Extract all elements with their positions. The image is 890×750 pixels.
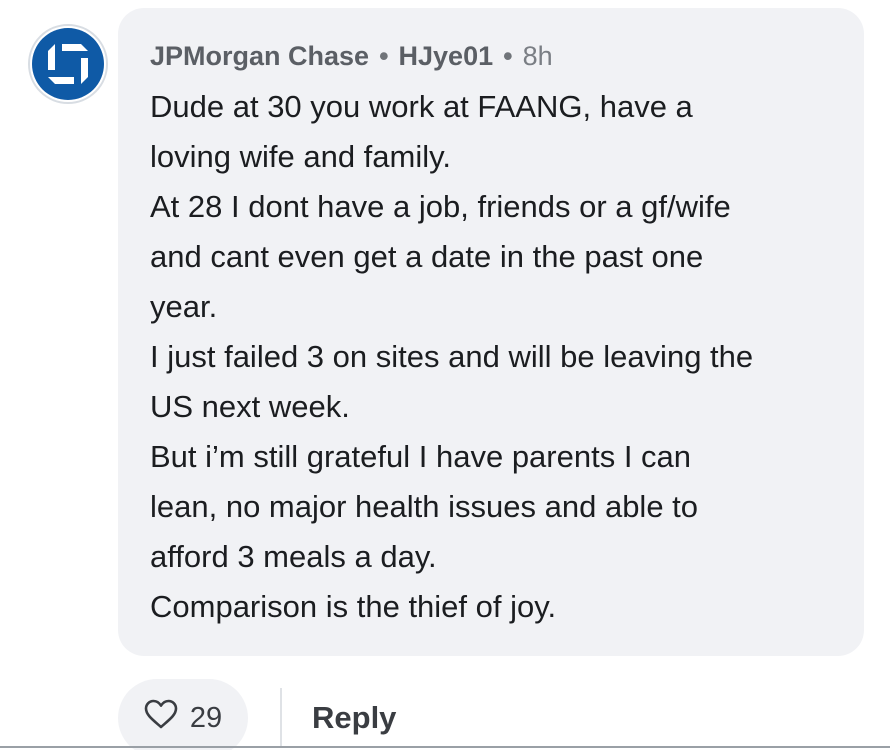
reply-button[interactable]: Reply (312, 700, 396, 736)
comment-line: and cant even get a date in the past one (150, 239, 704, 274)
comment-line: Dude at 30 you work at FAANG, have a (150, 89, 693, 124)
comment-line: US next week. (150, 389, 350, 424)
comment-meta: JPMorgan Chase • HJye01 • 8h (150, 38, 834, 74)
like-button[interactable]: 29 (118, 679, 248, 750)
like-count: 29 (189, 701, 223, 734)
comment-actions: 29 Reply (118, 678, 396, 750)
comment-line: But i’m still grateful I have parents I … (150, 439, 692, 474)
jpmorgan-chase-logo-icon (32, 28, 104, 100)
comment-line: loving wife and family. (150, 139, 451, 174)
comment-line: At 28 I dont have a job, friends or a gf… (150, 189, 731, 224)
comment-line: afford 3 meals a day. (150, 539, 437, 574)
avatar[interactable] (28, 24, 108, 104)
bottom-divider (0, 746, 890, 748)
meta-separator: • (379, 41, 389, 71)
action-divider (280, 688, 282, 748)
meta-separator: • (503, 41, 513, 71)
comment-body: Dude at 30 you work at FAANG, have a lov… (150, 82, 834, 632)
comment-line: year. (150, 289, 218, 324)
comment-line: Comparison is the thief of joy. (150, 589, 557, 624)
heart-outline-icon (144, 699, 178, 737)
timestamp: 8h (522, 41, 553, 71)
author-handle[interactable]: HJye01 (399, 38, 494, 74)
author-name[interactable]: JPMorgan Chase (150, 38, 369, 74)
comment-line: lean, no major health issues and able to (150, 489, 699, 524)
comment-line: I just failed 3 on sites and will be lea… (150, 339, 754, 374)
comment-bubble: JPMorgan Chase • HJye01 • 8h Dude at 30 … (118, 8, 864, 656)
comment-card: JPMorgan Chase • HJye01 • 8h Dude at 30 … (0, 0, 890, 750)
